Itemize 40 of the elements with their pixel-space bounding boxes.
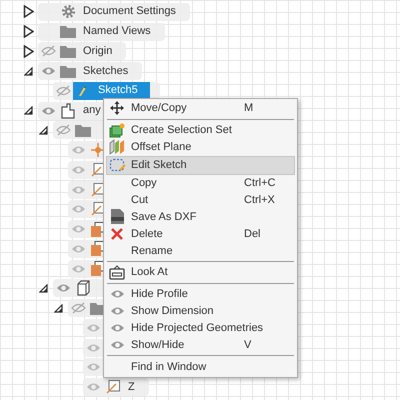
- menu-item[interactable]: Show/Hide V: [107, 336, 294, 354]
- shortcut-label: Ctrl+C: [244, 177, 276, 189]
- item-label: Z: [128, 382, 135, 393]
- tree-item[interactable]: Origin: [58, 42, 116, 60]
- menu-item[interactable]: Save As DXF: [107, 208, 294, 226]
- menu-item[interactable]: Edit Sketch: [106, 156, 295, 175]
- tree-item[interactable]: Sketch5: [73, 82, 150, 100]
- menu-item[interactable]: Delete Del: [107, 225, 294, 242]
- item-label: Named Views: [83, 26, 151, 38]
- shortcut-label: M: [244, 102, 254, 114]
- menu-item[interactable]: Look At: [107, 264, 294, 281]
- tree-item[interactable]: any: [58, 102, 105, 120]
- menu-item[interactable]: Copy Ctrl+C: [107, 174, 294, 192]
- menu-item[interactable]: Offset Plane: [107, 138, 294, 156]
- menu-item[interactable]: Hide Projected Geometries: [107, 320, 294, 337]
- tree-row[interactable]: Sketch5: [53, 82, 160, 100]
- tree-row[interactable]: Named Views: [38, 22, 165, 41]
- menu-item[interactable]: Rename: [107, 242, 294, 260]
- tree-item[interactable]: Named Views: [58, 22, 155, 41]
- menu-item[interactable]: Move/Copy M: [107, 100, 294, 117]
- menu-item[interactable]: Find in Window: [107, 358, 294, 376]
- tree-row[interactable]: Sketches: [38, 62, 142, 80]
- tree-row[interactable]: Z: [83, 378, 149, 396]
- item-label: Sketches: [83, 66, 128, 77]
- item-label: Origin: [83, 46, 112, 57]
- menu-item[interactable]: Cut Ctrl+X: [107, 191, 294, 208]
- menu-item[interactable]: Show Dimension: [107, 302, 294, 320]
- tree-row[interactable]: Origin: [38, 42, 126, 60]
- tree-item[interactable]: Sketches: [58, 62, 132, 80]
- item-label: Document Settings: [83, 6, 176, 18]
- menu-item[interactable]: Create Selection Set: [107, 122, 294, 139]
- tree-item[interactable]: Document Settings: [58, 2, 180, 21]
- tree-row[interactable]: Document Settings: [38, 2, 190, 21]
- shortcut-label: Del: [244, 228, 262, 240]
- menu-item[interactable]: Hide Profile: [107, 286, 294, 303]
- item-label: any: [83, 105, 101, 116]
- shortcut-label: Ctrl+X: [244, 194, 276, 206]
- item-label: Sketch5: [98, 85, 138, 96]
- tree-item[interactable]: Z: [103, 378, 139, 396]
- shortcut-label: V: [244, 339, 252, 352]
